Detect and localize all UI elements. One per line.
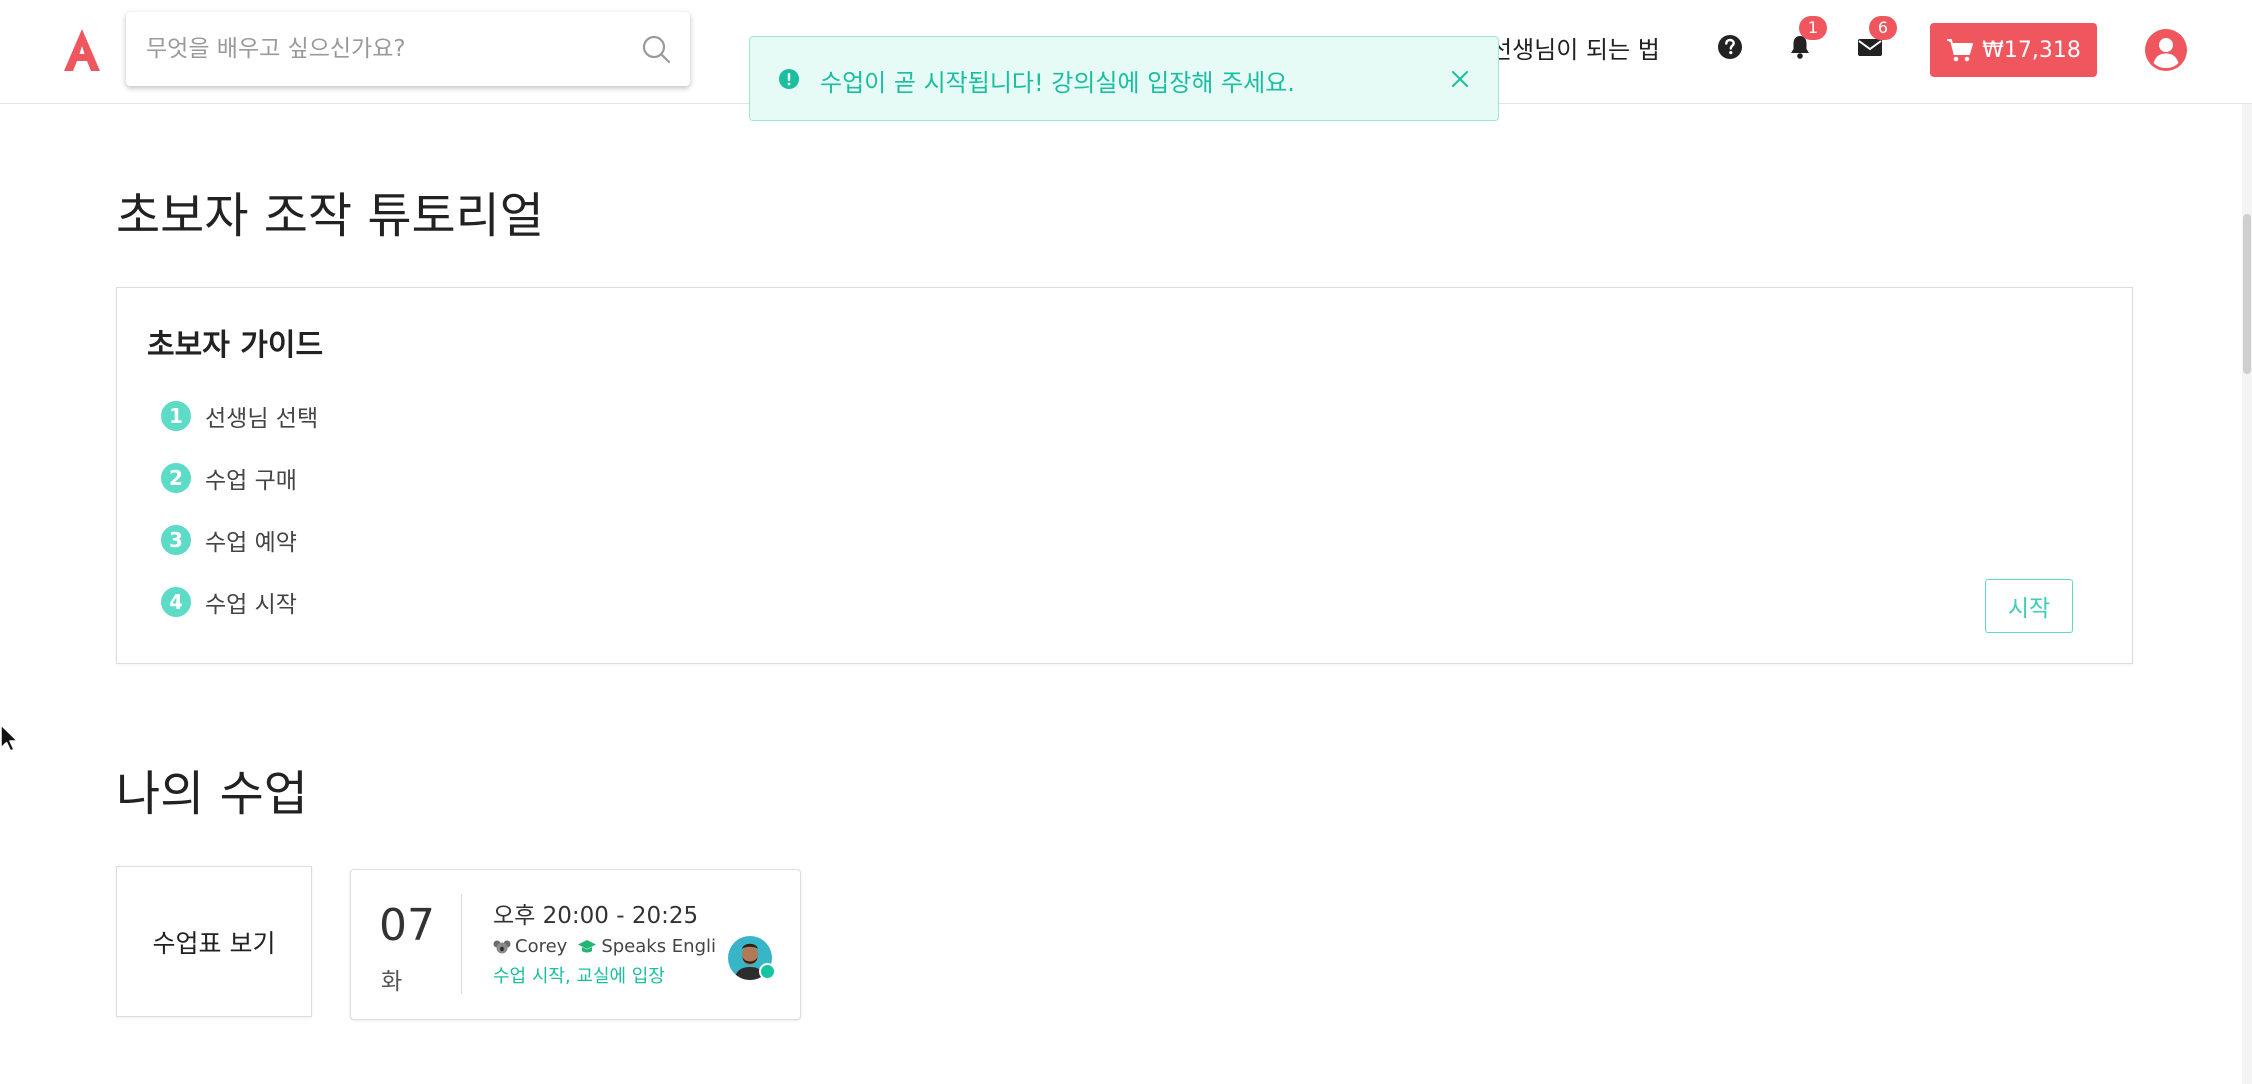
message-envelope-icon[interactable]: 6 xyxy=(1853,16,1897,64)
step-label: 수업 구매 xyxy=(205,468,297,494)
search-box xyxy=(126,12,690,86)
lesson-start-toast: 수업이 곧 시작됩니다! 강의실에 입장해 주세요. xyxy=(749,36,1499,121)
guide-step: 2 수업 구매 xyxy=(161,461,297,495)
online-status-dot xyxy=(759,963,776,980)
guide-title: 초보자 가이드 xyxy=(147,328,324,363)
toast-message: 수업이 곧 시작됩니다! 강의실에 입장해 주세요. xyxy=(820,69,1295,97)
cart-button[interactable]: ₩17,318 xyxy=(1930,23,2097,77)
info-alert-icon xyxy=(778,68,800,90)
lesson-card[interactable]: 07 화 오후 20:00 - 20:25 Corey Speaks Engli… xyxy=(350,869,801,1020)
guide-step: 4 수업 시작 xyxy=(161,585,297,619)
my-lessons-title: 나의 수업 xyxy=(116,766,308,822)
cart-amount: ₩17,318 xyxy=(1982,37,2081,63)
search-icon[interactable] xyxy=(640,33,672,65)
graduation-cap-icon xyxy=(578,939,597,952)
help-icon[interactable] xyxy=(1713,30,1747,64)
step-label: 선생님 선택 xyxy=(205,406,319,432)
notification-bell-icon[interactable]: 1 xyxy=(1783,16,1827,64)
user-avatar-icon[interactable] xyxy=(2144,28,2188,72)
koala-icon xyxy=(493,940,511,953)
step-number: 4 xyxy=(161,587,191,617)
scrollbar-thumb[interactable] xyxy=(2243,214,2251,374)
guide-step: 1 선생님 선택 xyxy=(161,399,318,433)
teacher-name: Corey xyxy=(515,936,568,957)
notification-badge: 1 xyxy=(1799,16,1827,40)
view-schedule-button[interactable]: 수업표 보기 xyxy=(116,866,312,1017)
step-label: 수업 시작 xyxy=(205,592,297,618)
divider xyxy=(461,894,462,994)
cart-icon xyxy=(1947,39,1974,62)
lesson-time: 오후 20:00 - 20:25 xyxy=(493,903,699,929)
lesson-weekday: 화 xyxy=(381,969,403,995)
teacher-language: Speaks Engli... xyxy=(601,936,718,957)
message-badge: 6 xyxy=(1869,16,1897,40)
page-scrollbar[interactable] xyxy=(2242,104,2252,1084)
mouse-cursor-icon xyxy=(0,724,22,754)
tutorial-title: 초보자 조작 튜토리얼 xyxy=(116,188,544,244)
guide-step: 3 수업 예약 xyxy=(161,523,297,557)
logo-icon[interactable] xyxy=(60,26,104,74)
beginner-guide-card: 초보자 가이드 1 선생님 선택 2 수업 구매 3 수업 예약 4 수업 시작… xyxy=(116,287,2133,664)
step-number: 3 xyxy=(161,525,191,555)
lesson-day: 07 xyxy=(379,900,435,951)
become-teacher-link[interactable]: 선생님이 되는 법 xyxy=(1490,30,1660,65)
close-icon[interactable] xyxy=(1448,67,1472,91)
lesson-meta: Corey Speaks Engli... xyxy=(493,936,718,957)
step-number: 2 xyxy=(161,463,191,493)
step-label: 수업 예약 xyxy=(205,530,297,556)
enter-classroom-link[interactable]: 수업 시작, 교실에 입장 xyxy=(493,962,665,988)
start-tutorial-button[interactable]: 시작 xyxy=(1985,579,2073,633)
search-input[interactable] xyxy=(146,12,626,86)
step-number: 1 xyxy=(161,401,191,431)
